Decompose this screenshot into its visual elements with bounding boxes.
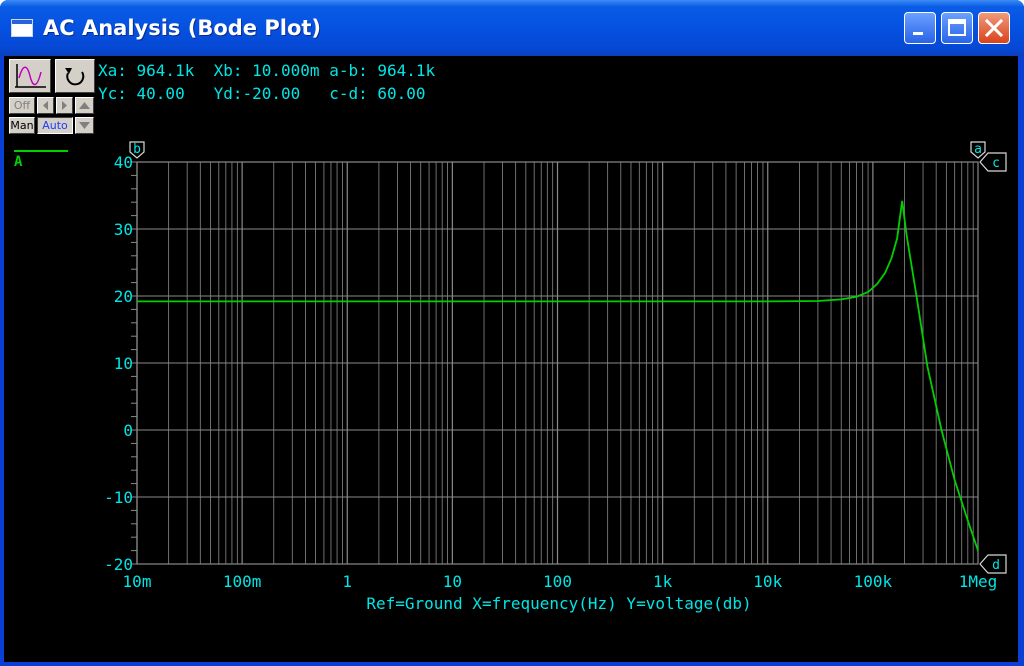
cursor-off-button[interactable]: Off <box>9 97 35 114</box>
cursor-left-button[interactable] <box>37 97 54 114</box>
cursor-right-button[interactable] <box>56 97 73 114</box>
minimize-button[interactable] <box>904 12 936 44</box>
close-icon <box>984 18 1004 38</box>
minimize-icon <box>913 32 923 35</box>
cursor-readout-y: Yc: 40.00 Yd:-20.00 c-d: 60.00 <box>98 84 426 103</box>
maximize-button[interactable] <box>941 12 973 44</box>
window-title: AC Analysis (Bode Plot) <box>43 16 322 40</box>
triangle-up-icon <box>79 102 90 109</box>
plot-type-button[interactable] <box>9 59 51 93</box>
bode-plot-window: AC Analysis (Bode Plot) Off Man Auto Xa:… <box>0 0 1024 666</box>
plot-client-area: Off Man Auto Xa: 964.1k Xb: 10.000m a-b:… <box>4 56 1018 662</box>
close-button[interactable] <box>978 12 1010 44</box>
window-icon[interactable] <box>11 19 33 37</box>
title-bar[interactable]: AC Analysis (Bode Plot) <box>0 0 1024 56</box>
legend-label: A <box>14 154 23 170</box>
refresh-icon <box>65 68 85 86</box>
arrow-left-icon <box>43 101 48 110</box>
scale-down-button[interactable] <box>75 117 94 134</box>
refresh-button[interactable] <box>55 59 95 93</box>
arrow-right-icon <box>62 101 67 110</box>
cursor-readout-x: Xa: 964.1k Xb: 10.000m a-b: 964.1k <box>98 61 436 80</box>
auto-scale-button[interactable]: Auto <box>37 117 73 134</box>
manual-scale-button[interactable]: Man <box>9 117 35 134</box>
waveform-axes-icon <box>15 64 46 88</box>
scale-up-button[interactable] <box>75 97 94 114</box>
legend-swatch <box>14 150 68 152</box>
triangle-down-icon <box>79 122 90 129</box>
